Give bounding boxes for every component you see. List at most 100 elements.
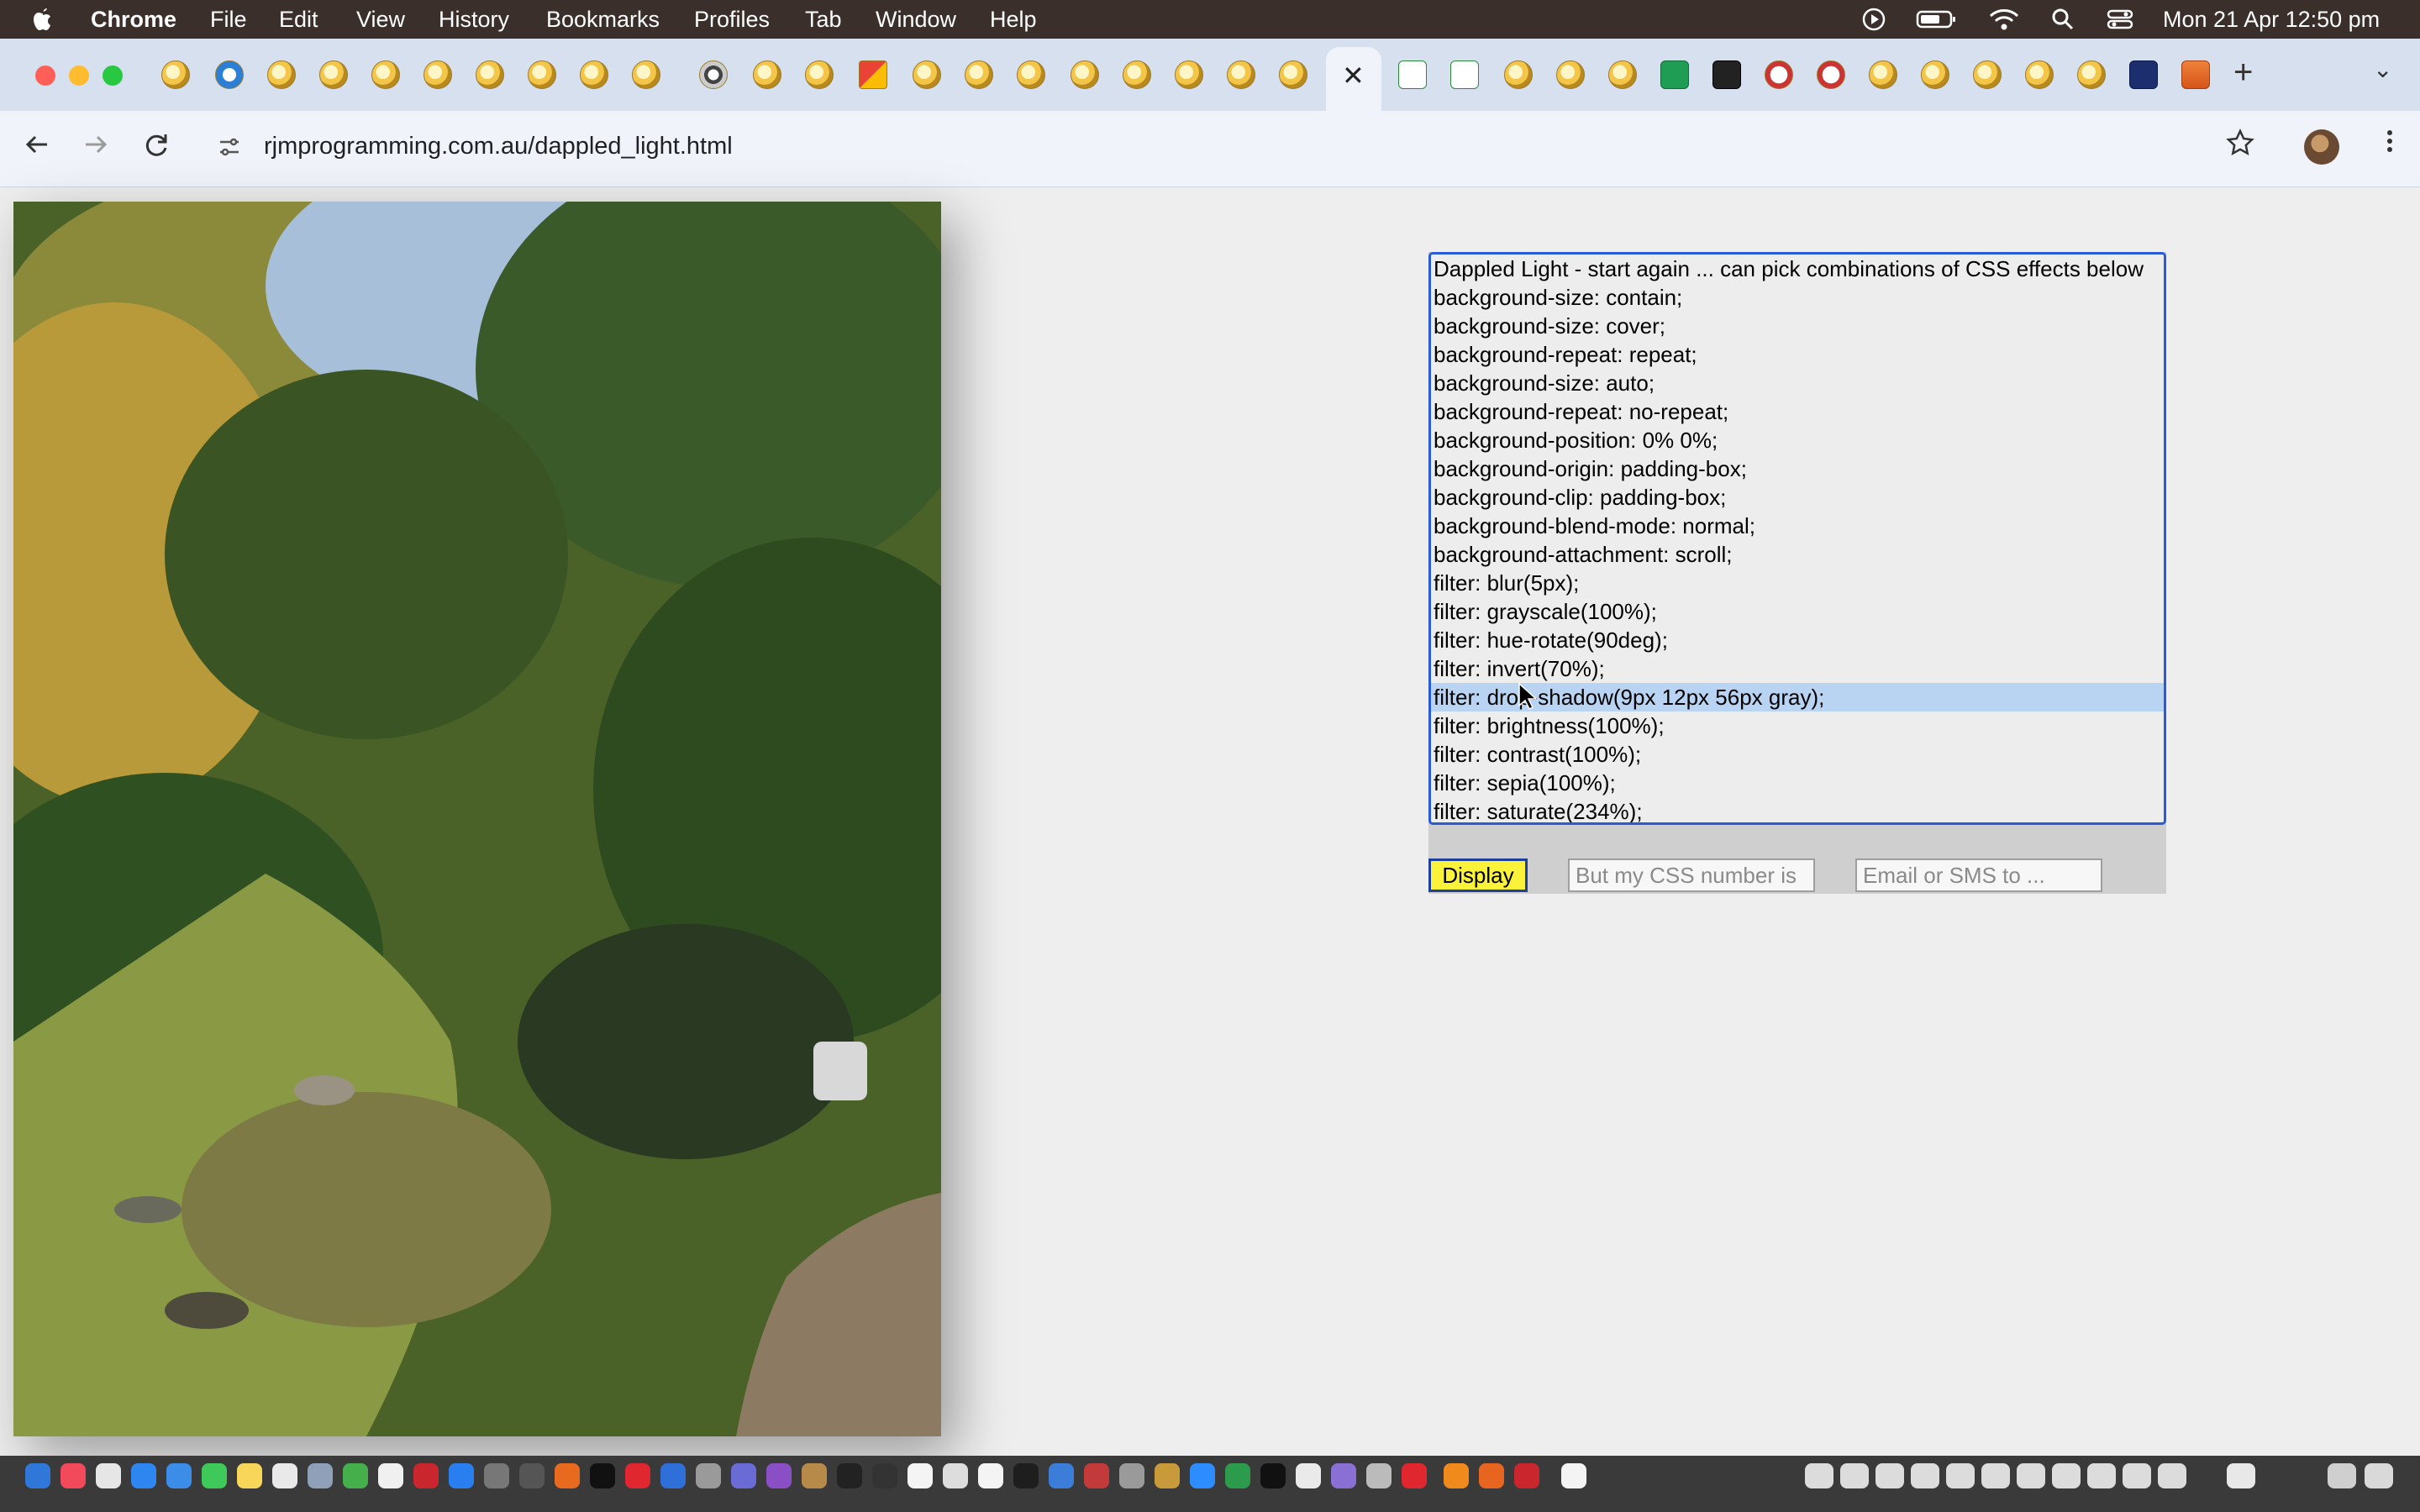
tab-favicon[interactable] [1279, 60, 1307, 89]
minimized-window-icon[interactable] [1911, 1463, 1939, 1488]
app-icon[interactable] [1366, 1463, 1392, 1488]
menu-history[interactable]: History [439, 7, 509, 33]
downloads-icon[interactable] [2328, 1463, 2356, 1488]
tab-favicon-stack[interactable] [2181, 60, 2210, 89]
gmail-tab-icon[interactable] [859, 60, 887, 89]
tab-favicon-afl[interactable] [2129, 60, 2158, 89]
finder-icon[interactable] [25, 1463, 50, 1488]
tab-favicon[interactable] [424, 60, 452, 89]
menu-edit[interactable]: Edit [279, 7, 318, 33]
effect-option[interactable]: filter: brightness(100%); [1431, 711, 2164, 740]
firefox-icon[interactable] [555, 1463, 580, 1488]
control-center-icon[interactable] [2106, 7, 2134, 32]
effect-option[interactable]: background-size: cover; [1431, 312, 2164, 340]
menu-profiles[interactable]: Profiles [694, 7, 770, 33]
reload-icon[interactable] [141, 129, 171, 160]
battery-icon[interactable] [1916, 7, 1958, 32]
trash-icon[interactable] [2365, 1463, 2393, 1488]
zoom-window-button[interactable] [103, 66, 123, 86]
minimized-window-icon[interactable] [1840, 1463, 1869, 1488]
tab-favicon[interactable] [632, 60, 660, 89]
play-icon[interactable] [1860, 7, 1887, 32]
preview-icon[interactable] [696, 1463, 721, 1488]
forward-icon[interactable] [81, 129, 111, 160]
facetime-icon[interactable] [343, 1463, 368, 1488]
display-button[interactable]: Display [1428, 858, 1528, 892]
tab-favicon[interactable] [2025, 60, 2054, 89]
tab-favicon[interactable] [1817, 60, 1845, 89]
bookmark-star-icon[interactable] [2225, 128, 2255, 158]
app-icon[interactable] [1331, 1463, 1356, 1488]
news-icon[interactable] [625, 1463, 650, 1488]
effect-option[interactable]: filter: sepia(100%); [1431, 769, 2164, 797]
tab-favicon[interactable] [267, 60, 296, 89]
tab-favicon[interactable] [1921, 60, 1949, 89]
system-settings-icon[interactable] [1119, 1463, 1144, 1488]
effect-option[interactable]: filter: grayscale(100%); [1431, 597, 2164, 626]
effect-option[interactable]: filter: invert(70%); [1431, 654, 2164, 683]
app-icon[interactable] [1049, 1463, 1074, 1488]
tab-close-icon[interactable]: ✕ [1342, 60, 1365, 92]
firefox-icon[interactable] [1479, 1463, 1504, 1488]
app-icon[interactable] [308, 1463, 333, 1488]
launchpad-icon[interactable] [96, 1463, 121, 1488]
chrome-tab-icon[interactable] [699, 60, 728, 89]
menu-help[interactable]: Help [990, 7, 1037, 33]
minimize-window-button[interactable] [69, 66, 89, 86]
tab-favicon[interactable] [1017, 60, 1045, 89]
effect-option[interactable]: filter: saturate(234%); [1431, 797, 2164, 822]
email-sms-input[interactable] [1855, 858, 2102, 892]
minimized-window-icon[interactable] [2052, 1463, 2081, 1488]
tab-favicon[interactable] [476, 60, 504, 89]
filezilla-icon[interactable] [413, 1463, 439, 1488]
tab-favicon[interactable] [1869, 60, 1897, 89]
zoom-icon[interactable] [1190, 1463, 1215, 1488]
tab-favicon-w[interactable] [1450, 60, 1479, 89]
effect-option[interactable]: background-size: auto; [1431, 369, 2164, 397]
notes-icon[interactable] [237, 1463, 262, 1488]
menu-file[interactable]: File [210, 7, 247, 33]
minimized-window-icon[interactable] [1805, 1463, 1833, 1488]
tab-favicon[interactable] [1504, 60, 1533, 89]
tab-favicon[interactable] [1123, 60, 1151, 89]
messages-icon[interactable] [202, 1463, 227, 1488]
app-store-icon[interactable] [449, 1463, 474, 1488]
app-icon[interactable] [802, 1463, 827, 1488]
css-effects-listbox[interactable]: Dappled Light - start again ... can pick… [1428, 252, 2166, 825]
app-icon[interactable] [837, 1463, 862, 1488]
menu-bookmarks[interactable]: Bookmarks [546, 7, 660, 33]
tab-favicon[interactable] [753, 60, 781, 89]
tab-favicon[interactable] [1973, 60, 2002, 89]
effect-option[interactable]: background-clip: padding-box; [1431, 483, 2164, 512]
effect-option[interactable]: filter: blur(5px); [1431, 569, 2164, 597]
tab-favicon[interactable] [1175, 60, 1203, 89]
effect-option[interactable]: background-size: contain; [1431, 283, 2164, 312]
app-icon[interactable] [1514, 1463, 1539, 1488]
tv-icon[interactable] [590, 1463, 615, 1488]
opera-icon[interactable] [1402, 1463, 1427, 1488]
effect-option[interactable]: background-repeat: no-repeat; [1431, 397, 2164, 426]
minimized-window-icon[interactable] [2158, 1463, 2186, 1488]
effect-option-start-again[interactable]: Dappled Light - start again ... can pick… [1431, 255, 2164, 283]
menu-window[interactable]: Window [876, 7, 956, 33]
tab-favicon[interactable] [965, 60, 993, 89]
close-window-button[interactable] [35, 66, 55, 86]
tab-favicon[interactable] [319, 60, 348, 89]
app-icon[interactable] [1013, 1463, 1039, 1488]
site-settings-icon[interactable] [217, 134, 242, 160]
minimized-window-icon[interactable] [1981, 1463, 2010, 1488]
tab-favicon[interactable] [580, 60, 608, 89]
back-icon[interactable] [22, 129, 52, 160]
tab-favicon[interactable] [215, 60, 244, 89]
menu-view[interactable]: View [356, 7, 405, 33]
minimized-window-icon[interactable] [1946, 1463, 1975, 1488]
app-icon[interactable] [978, 1463, 1003, 1488]
profile-avatar[interactable] [2304, 129, 2339, 165]
effect-option[interactable]: background-position: 0% 0%; [1431, 426, 2164, 454]
minimized-window-icon[interactable] [2087, 1463, 2116, 1488]
tab-favicon-k[interactable] [1660, 60, 1689, 89]
tab-favicon[interactable] [528, 60, 556, 89]
tab-favicon[interactable] [161, 60, 190, 89]
chrome-icon[interactable] [943, 1463, 968, 1488]
podcasts-icon[interactable] [766, 1463, 792, 1488]
